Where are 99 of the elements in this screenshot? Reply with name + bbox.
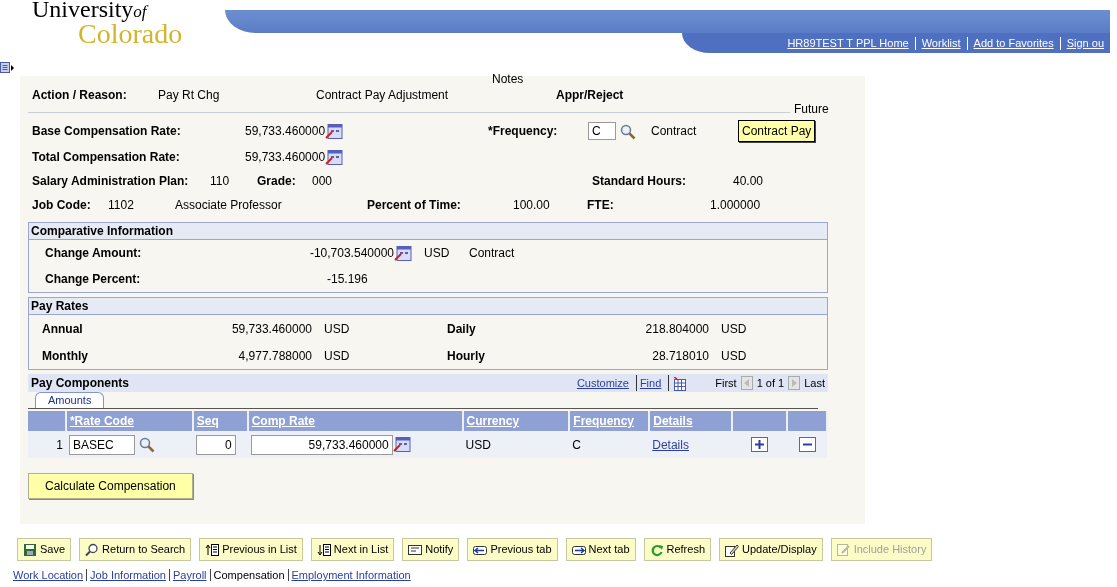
field-value: 59,733.460000: [245, 123, 326, 140]
search-icon: [85, 542, 100, 557]
field-value: -10,703.540000: [309, 245, 394, 262]
popup-window-icon[interactable]: [394, 245, 412, 261]
field-label: Monthly: [42, 347, 89, 365]
calculate-button[interactable]: Calculate Compensation: [28, 473, 193, 499]
field-value: USD: [323, 347, 351, 365]
field-label: Action / Reason:: [32, 87, 128, 104]
history-icon: [836, 542, 851, 557]
field-value: Pay Rt Chg: [158, 87, 221, 104]
page-menu-icon[interactable]: [0, 62, 14, 74]
add-row-button[interactable]: [751, 436, 769, 452]
toolbar-button[interactable]: Next tab: [565, 538, 636, 561]
toolbar-button[interactable]: Update/Display: [719, 538, 823, 561]
field-value: 1.000000: [710, 197, 762, 214]
toolbar-button[interactable]: Previous tab: [467, 538, 558, 561]
field-label: Job Code:: [32, 197, 92, 214]
page-count: 1 of 1: [756, 375, 785, 391]
tab[interactable]: Amounts: [35, 392, 105, 408]
field-value: 218.804000: [644, 320, 709, 338]
input-field[interactable]: 59,733.460000: [250, 434, 393, 455]
field-value: 000: [312, 173, 334, 190]
header-link[interactable]: Worklist: [914, 36, 967, 50]
field-label: Percent of Time:: [367, 197, 462, 214]
contract-pay-button[interactable]: Contract Pay: [738, 120, 816, 142]
field-value: -15.196: [327, 271, 369, 288]
note-icon: [408, 542, 423, 557]
page-link[interactable]: Employment Information: [291, 569, 411, 581]
header-link[interactable]: Sign ou: [1059, 36, 1110, 50]
field-value: USD: [323, 320, 351, 338]
plus-icon: [755, 439, 765, 449]
nav-label: Last: [804, 375, 825, 391]
field-value: 100.00: [513, 197, 551, 214]
toolbar-button[interactable]: Save: [17, 538, 72, 561]
input-field[interactable]: 0: [195, 434, 236, 455]
field-value: Contract Pay Adjustment: [316, 87, 450, 104]
section-header: Pay Rates: [28, 297, 828, 315]
row-number: 1: [28, 431, 66, 458]
section-header: Comparative Information: [28, 222, 828, 240]
field-label: *Frequency:: [488, 123, 559, 140]
save-icon: [23, 542, 37, 557]
field-value: Contract: [651, 123, 698, 140]
table-cell: USD: [462, 431, 570, 458]
field-label: Grade:: [257, 173, 297, 190]
field-label: Change Percent:: [45, 271, 142, 288]
logo-text: Universityof: [32, 0, 147, 23]
header-link[interactable]: HR89TEST T PPL Home: [781, 36, 915, 50]
field-value: 59,733.460000: [245, 149, 326, 166]
field-value: Associate Professor: [175, 197, 283, 214]
edit-icon: [725, 542, 740, 557]
delete-row-button[interactable]: [798, 436, 816, 452]
popup-window-icon[interactable]: [325, 149, 344, 165]
page-link[interactable]: Job Information: [90, 569, 166, 581]
field-label: Total Compensation Rate:: [32, 149, 181, 166]
list-down-icon: [316, 542, 331, 557]
table-cell: C: [569, 431, 650, 458]
field-value: 40.00: [733, 173, 765, 190]
toolbar-button[interactable]: Next in List: [310, 538, 395, 561]
grid-link[interactable]: Find: [635, 374, 665, 392]
field-label: Appr/Reject: [556, 87, 625, 104]
field-label: Change Amount:: [45, 245, 143, 262]
field-label: Hourly: [447, 347, 486, 365]
field-value: Contract: [469, 245, 516, 262]
section-header: Pay Components: [31, 375, 129, 392]
field-label: Salary Administration Plan:: [32, 173, 190, 190]
field-value: USD: [720, 320, 748, 338]
toolbar-button[interactable]: Refresh: [643, 538, 712, 561]
search-icon[interactable]: [138, 436, 155, 453]
list-up-icon: [205, 542, 220, 557]
refresh-icon: [649, 542, 664, 557]
search-icon[interactable]: [620, 123, 636, 140]
field-label: FTE:: [587, 197, 615, 214]
field-label: Notes: [492, 71, 525, 88]
field-value: USD: [720, 347, 748, 365]
toolbar-button[interactable]: Return to Search: [79, 538, 192, 561]
input-field[interactable]: C: [588, 122, 616, 140]
grid-icon[interactable]: [673, 376, 688, 391]
page-link[interactable]: Payroll: [172, 569, 207, 581]
page-link[interactable]: Work Location: [13, 569, 84, 581]
field-value: USD: [423, 245, 451, 262]
input-field[interactable]: BASEC: [68, 434, 135, 455]
field-label: Daily: [447, 320, 477, 338]
field-value: 4,977.788000: [237, 347, 312, 365]
popup-window-icon[interactable]: [392, 437, 411, 452]
field-value: 1102: [108, 197, 135, 214]
field-value: 59,733.460000: [230, 320, 312, 338]
grid-link[interactable]: Customize: [573, 374, 632, 392]
toolbar-button[interactable]: Previous in List: [199, 538, 303, 561]
page-link-current: Compensation: [213, 569, 285, 581]
field-label: Standard Hours:: [592, 173, 687, 190]
nav-label: First: [715, 375, 737, 391]
field-label: Future: [794, 101, 829, 118]
field-label: Annual: [42, 320, 84, 338]
toolbar-button[interactable]: Notify: [402, 538, 460, 561]
field-label: Base Compensation Rate:: [32, 123, 182, 140]
header-link[interactable]: Add to Favorites: [966, 36, 1060, 50]
field-value: 28.718010: [651, 347, 709, 365]
popup-window-icon[interactable]: [325, 123, 344, 139]
field-value: 110: [210, 173, 231, 190]
